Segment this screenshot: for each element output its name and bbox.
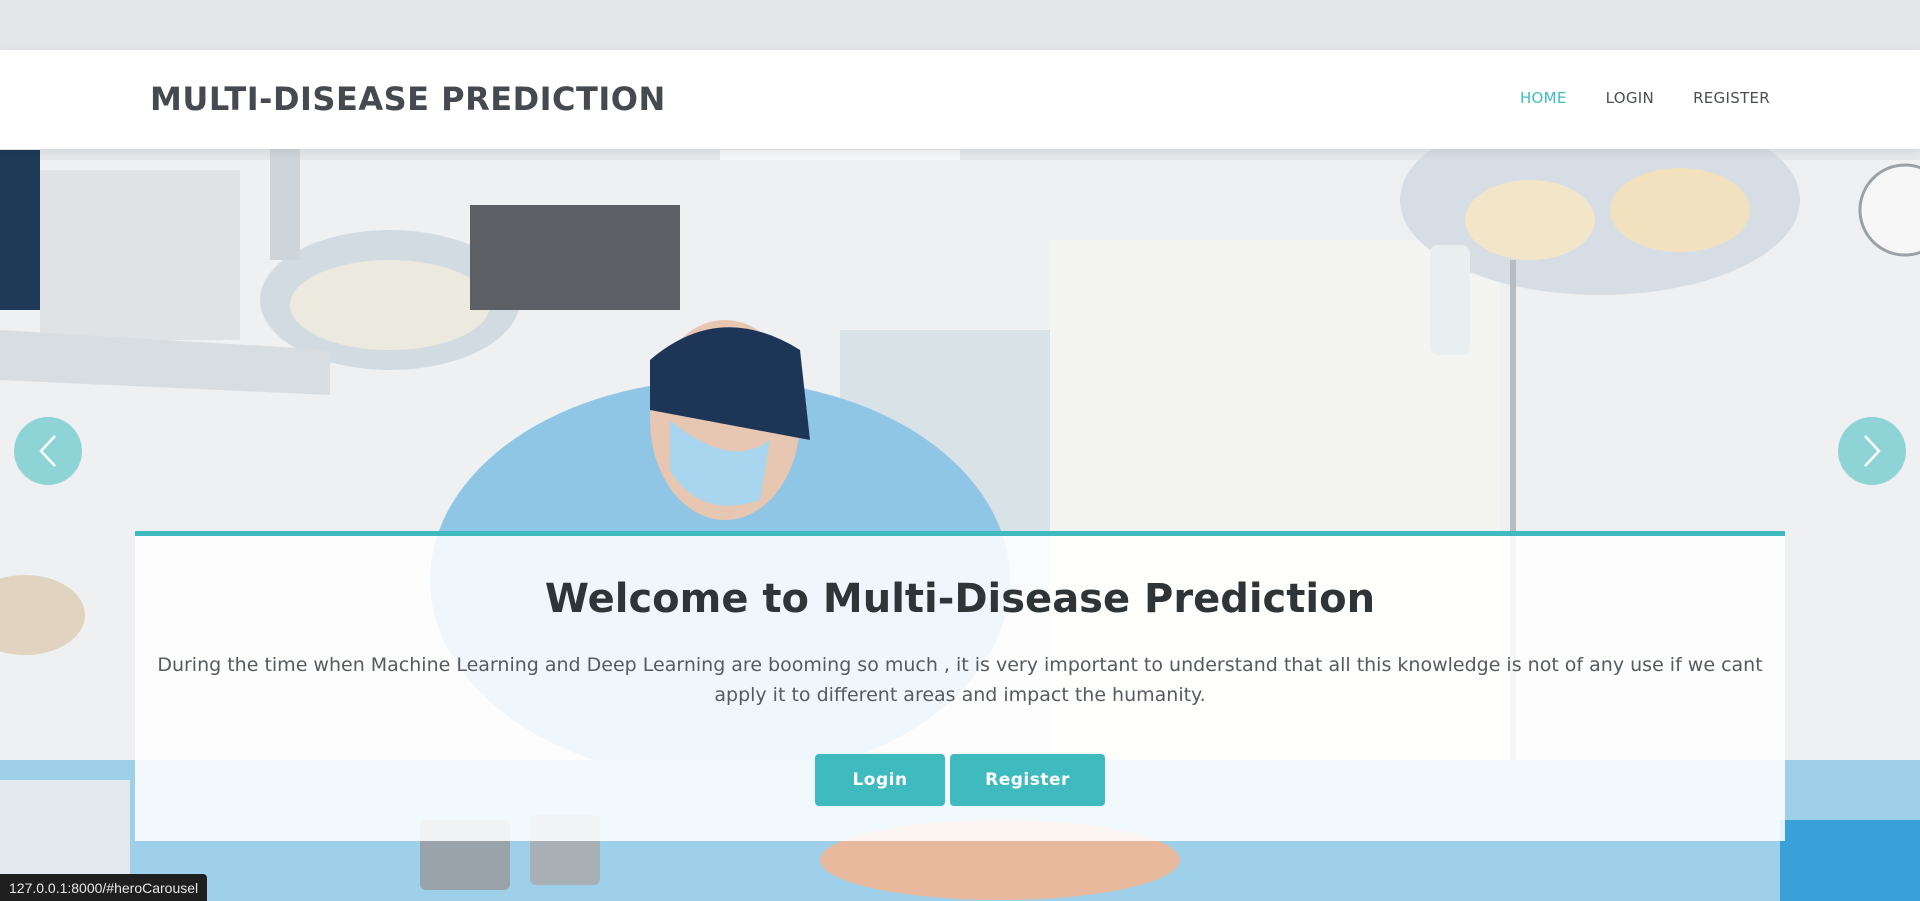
nav-register[interactable]: REGISTER <box>1693 89 1770 107</box>
hero-buttons: Login Register <box>135 754 1785 806</box>
nav-login[interactable]: LOGIN <box>1606 89 1654 107</box>
status-bar-url: 127.0.0.1:8000/#heroCarousel <box>0 874 208 901</box>
nav-home[interactable]: HOME <box>1520 89 1567 107</box>
hero-description: During the time when Machine Learning an… <box>157 654 1763 706</box>
carousel-next-button[interactable] <box>1838 417 1906 485</box>
carousel-prev-button[interactable] <box>14 417 82 485</box>
hero-caption-card: Welcome to Multi-Disease Prediction Duri… <box>135 531 1785 841</box>
chevron-right-icon <box>1864 435 1881 467</box>
register-button[interactable]: Register <box>950 754 1105 806</box>
main-nav: HOME LOGIN REGISTER <box>1520 89 1770 107</box>
site-logo[interactable]: MULTI-DISEASE PREDICTION <box>150 80 666 118</box>
site-header: MULTI-DISEASE PREDICTION HOME LOGIN REGI… <box>0 50 1920 149</box>
chevron-left-icon <box>39 435 56 467</box>
login-button[interactable]: Login <box>815 754 945 806</box>
hero-title: Welcome to Multi-Disease Prediction <box>544 576 1376 622</box>
